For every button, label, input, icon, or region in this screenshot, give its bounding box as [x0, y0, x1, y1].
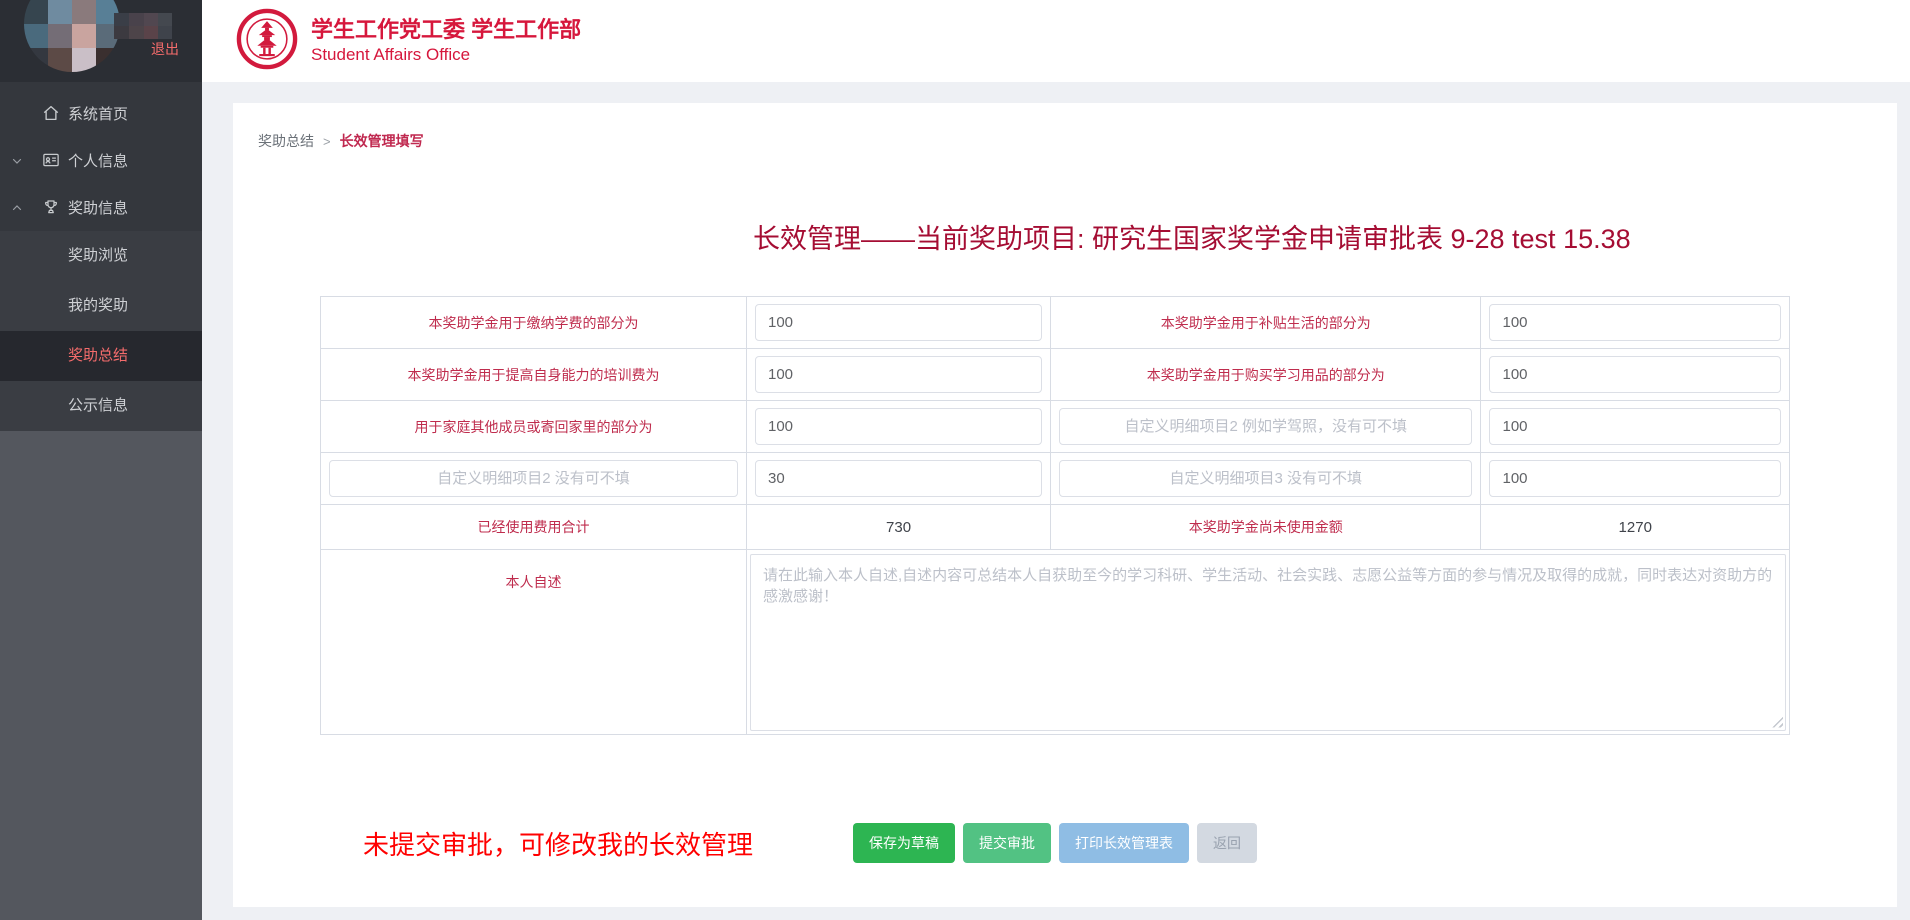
trophy-icon — [42, 198, 60, 220]
used-total-value: 730 — [747, 505, 1051, 550]
sidebar-filler — [0, 431, 202, 920]
personal-statement-textarea[interactable] — [750, 554, 1786, 731]
custom-item2-name-input-right[interactable] — [1059, 408, 1472, 445]
training-label: 本奖助学金用于提高自身能力的培训费为 — [321, 349, 747, 401]
office-title-en: Student Affairs Office — [311, 45, 581, 65]
sidebar-item-personal-info[interactable]: 个人信息 — [0, 137, 202, 184]
sidebar-menu: 系统首页 个人信息 奖助信息 奖助浏览 我的奖助 奖助总结 公示信息 — [0, 82, 202, 431]
family-input[interactable] — [755, 408, 1042, 445]
family-label: 用于家庭其他成员或寄回家里的部分为 — [321, 401, 747, 453]
breadcrumb: 奖助总结 > 长效管理填写 — [258, 131, 1872, 151]
avatar — [24, 0, 120, 72]
header-titles: 学生工作党工委 学生工作部 Student Affairs Office — [311, 17, 581, 64]
office-title-cn: 学生工作党工委 学生工作部 — [311, 17, 581, 43]
training-input[interactable] — [755, 356, 1042, 393]
sidebar-item-award-summary[interactable]: 奖助总结 — [0, 331, 202, 381]
sidebar-item-my-awards[interactable]: 我的奖助 — [0, 281, 202, 331]
custom-item2-value-input-right[interactable] — [1489, 408, 1781, 445]
form-footer: 未提交审批，可修改我的长效管理 保存为草稿 提交审批 打印长效管理表 返回 — [258, 823, 1872, 863]
chevron-down-icon — [11, 154, 23, 171]
content-card: 奖助总结 > 长效管理填写 长效管理——当前奖助项目: 研究生国家奖学金申请审批… — [233, 103, 1897, 907]
remaining-label: 本奖助学金尚未使用金额 — [1051, 505, 1481, 550]
supplies-label: 本奖助学金用于购买学习用品的部分为 — [1051, 349, 1481, 401]
sidebar-item-label: 个人信息 — [68, 150, 128, 171]
avatar-pixelated-image — [24, 0, 120, 72]
main-area: 奖助总结 > 长效管理填写 长效管理——当前奖助项目: 研究生国家奖学金申请审批… — [202, 82, 1910, 907]
back-button[interactable]: 返回 — [1197, 823, 1257, 863]
used-total-label: 已经使用费用合计 — [321, 505, 747, 550]
remaining-value: 1270 — [1481, 505, 1790, 550]
tuition-input[interactable] — [755, 304, 1042, 341]
action-buttons: 保存为草稿 提交审批 打印长效管理表 返回 — [853, 823, 1257, 863]
sidebar-item-label: 系统首页 — [68, 103, 128, 124]
sidebar-item-label: 奖助信息 — [68, 197, 128, 218]
breadcrumb-current: 长效管理填写 — [340, 131, 424, 151]
custom-item3-value-input[interactable] — [1489, 460, 1781, 497]
home-icon — [42, 104, 60, 126]
sidebar-item-award-info[interactable]: 奖助信息 — [0, 184, 202, 231]
submit-approval-button[interactable]: 提交审批 — [963, 823, 1051, 863]
custom-item3-name-input[interactable] — [1059, 460, 1472, 497]
sidebar-profile: 退出 — [0, 0, 202, 82]
id-card-icon — [42, 151, 60, 173]
tuition-label: 本奖助学金用于缴纳学费的部分为 — [321, 297, 747, 349]
breadcrumb-parent[interactable]: 奖助总结 — [258, 131, 314, 151]
save-draft-button[interactable]: 保存为草稿 — [853, 823, 955, 863]
sidebar: 退出 系统首页 个人信息 奖助信息 奖 — [0, 0, 202, 920]
sidebar-item-public-info[interactable]: 公示信息 — [0, 381, 202, 431]
breadcrumb-separator: > — [323, 134, 331, 149]
living-input[interactable] — [1489, 304, 1781, 341]
chevron-up-icon — [11, 201, 23, 218]
logout-button[interactable]: 退出 — [151, 39, 179, 59]
app-header: 学生工作党工委 学生工作部 Student Affairs Office — [202, 0, 1910, 82]
sidebar-submenu: 奖助浏览 我的奖助 奖助总结 公示信息 — [0, 231, 202, 431]
sidebar-item-award-browse[interactable]: 奖助浏览 — [0, 231, 202, 281]
long-term-management-table: 本奖助学金用于缴纳学费的部分为 本奖助学金用于补贴生活的部分为 本奖助学金用于提… — [320, 296, 1790, 735]
custom-item2-name-input-left[interactable] — [329, 460, 738, 497]
print-form-button[interactable]: 打印长效管理表 — [1059, 823, 1189, 863]
sidebar-item-home[interactable]: 系统首页 — [0, 90, 202, 137]
living-label: 本奖助学金用于补贴生活的部分为 — [1051, 297, 1481, 349]
status-notice: 未提交审批，可修改我的长效管理 — [363, 825, 753, 862]
form-title: 长效管理——当前奖助项目: 研究生国家奖学金申请审批表 9-28 test 15… — [753, 217, 1872, 256]
custom-item2-value-input-left[interactable] — [755, 460, 1042, 497]
university-seal-logo — [236, 8, 298, 75]
statement-label: 本人自述 — [321, 550, 747, 735]
supplies-input[interactable] — [1489, 356, 1781, 393]
